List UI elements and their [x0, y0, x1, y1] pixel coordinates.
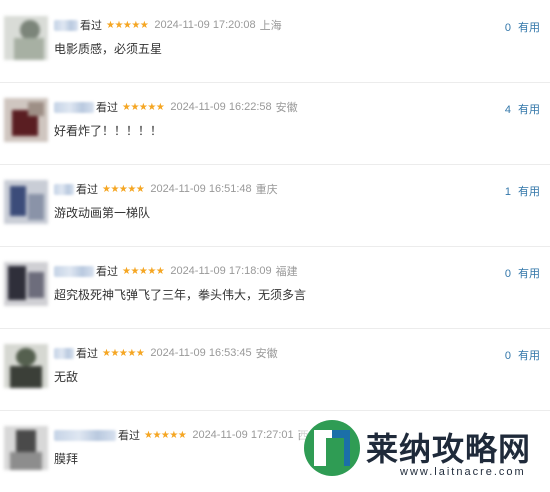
useful-button[interactable]: 有用 [518, 268, 540, 280]
watched-label: 看过 [96, 266, 118, 278]
vote-count: 0 [504, 268, 511, 280]
vote-area: 0 有用 [505, 265, 540, 281]
comment-meta: 看过 ★★★★★ 2024-11-09 16:53:45 安徽 [54, 345, 278, 361]
comment-text: 电影质感，必须五星 [54, 42, 163, 56]
comment-time: 2024-11-09 17:18:09 [170, 265, 272, 277]
comment-time: 2024-11-09 16:53:45 [150, 347, 252, 359]
watched-label: 看过 [76, 348, 98, 360]
vote-count: 0 [504, 350, 511, 362]
rating-stars: ★★★★★ [122, 265, 165, 277]
comment-meta: 看过 ★★★★★ 2024-11-09 16:51:48 重庆 [54, 181, 278, 197]
vote-area: 0 有用 [505, 19, 540, 35]
comment-location: 重庆 [255, 184, 278, 196]
username[interactable] [54, 183, 74, 195]
comment-item: 看过 ★★★★★ 2024-11-09 17:20:08 上海 电影质感，必须五… [0, 0, 550, 83]
vote-count: 0 [504, 22, 511, 34]
vote-count: 4 [504, 104, 511, 116]
watermark-title: 莱纳攻略网 [366, 430, 532, 468]
comment-meta: 看过 ★★★★★ 2024-11-09 17:27:01 西 [54, 427, 309, 443]
watermark-url: www.laitnacre.com [400, 466, 526, 478]
comment-time: 2024-11-09 16:22:58 [170, 101, 272, 113]
comment-item: 看过 ★★★★★ 2024-11-09 17:18:09 福建 超究极死神飞弹飞… [0, 246, 550, 329]
avatar[interactable] [4, 180, 48, 224]
vote-area: 1 有用 [505, 183, 540, 199]
useful-button[interactable]: 有用 [518, 186, 540, 198]
useful-button[interactable]: 有用 [518, 104, 540, 116]
rating-stars: ★★★★★ [122, 101, 165, 113]
avatar[interactable] [4, 262, 48, 306]
comment-meta: 看过 ★★★★★ 2024-11-09 17:20:08 上海 [54, 17, 282, 33]
useful-button[interactable]: 有用 [518, 350, 540, 362]
username[interactable] [54, 101, 94, 113]
watermark-logo-icon [304, 420, 360, 476]
useful-button[interactable]: 有用 [518, 22, 540, 34]
site-watermark: 莱纳攻略网 www.laitnacre.com [300, 412, 550, 484]
comment-time: 2024-11-09 16:51:48 [150, 183, 252, 195]
comment-location: 安徽 [255, 348, 278, 360]
username[interactable] [54, 19, 78, 31]
comment-meta: 看过 ★★★★★ 2024-11-09 16:22:58 安徽 [54, 99, 298, 115]
comment-time: 2024-11-09 17:27:01 [192, 429, 294, 441]
comment-time: 2024-11-09 17:20:08 [154, 19, 256, 31]
rating-stars: ★★★★★ [106, 19, 149, 31]
comment-text: 无敌 [54, 370, 79, 384]
watched-label: 看过 [80, 20, 102, 32]
comment-meta: 看过 ★★★★★ 2024-11-09 17:18:09 福建 [54, 263, 298, 279]
watched-label: 看过 [96, 102, 118, 114]
comment-text: 膜拜 [54, 452, 79, 466]
username[interactable] [54, 429, 116, 441]
username[interactable] [54, 347, 74, 359]
avatar[interactable] [4, 98, 48, 142]
avatar[interactable] [4, 16, 48, 60]
comment-text: 好看炸了！！！！！ [54, 124, 163, 138]
rating-stars: ★★★★★ [144, 429, 187, 441]
username[interactable] [54, 265, 94, 277]
comment-item: 看过 ★★★★★ 2024-11-09 16:53:45 安徽 无敌 0 有用 [0, 328, 550, 411]
comment-location: 安徽 [275, 102, 298, 114]
watched-label: 看过 [76, 184, 98, 196]
comment-text: 游改动画第一梯队 [54, 206, 151, 220]
comment-item: 看过 ★★★★★ 2024-11-09 16:22:58 安徽 好看炸了！！！！… [0, 82, 550, 165]
avatar[interactable] [4, 426, 48, 470]
comment-location: 福建 [275, 266, 298, 278]
avatar[interactable] [4, 344, 48, 388]
comment-text: 超究极死神飞弹飞了三年，拳头伟大，无须多言 [54, 288, 307, 302]
comment-item: 看过 ★★★★★ 2024-11-09 16:51:48 重庆 游改动画第一梯队… [0, 164, 550, 247]
watched-label: 看过 [118, 430, 140, 442]
vote-count: 1 [504, 186, 511, 198]
rating-stars: ★★★★★ [102, 183, 145, 195]
vote-area: 4 有用 [505, 101, 540, 117]
rating-stars: ★★★★★ [102, 347, 145, 359]
vote-area: 0 有用 [505, 347, 540, 363]
comment-location: 上海 [259, 20, 282, 32]
